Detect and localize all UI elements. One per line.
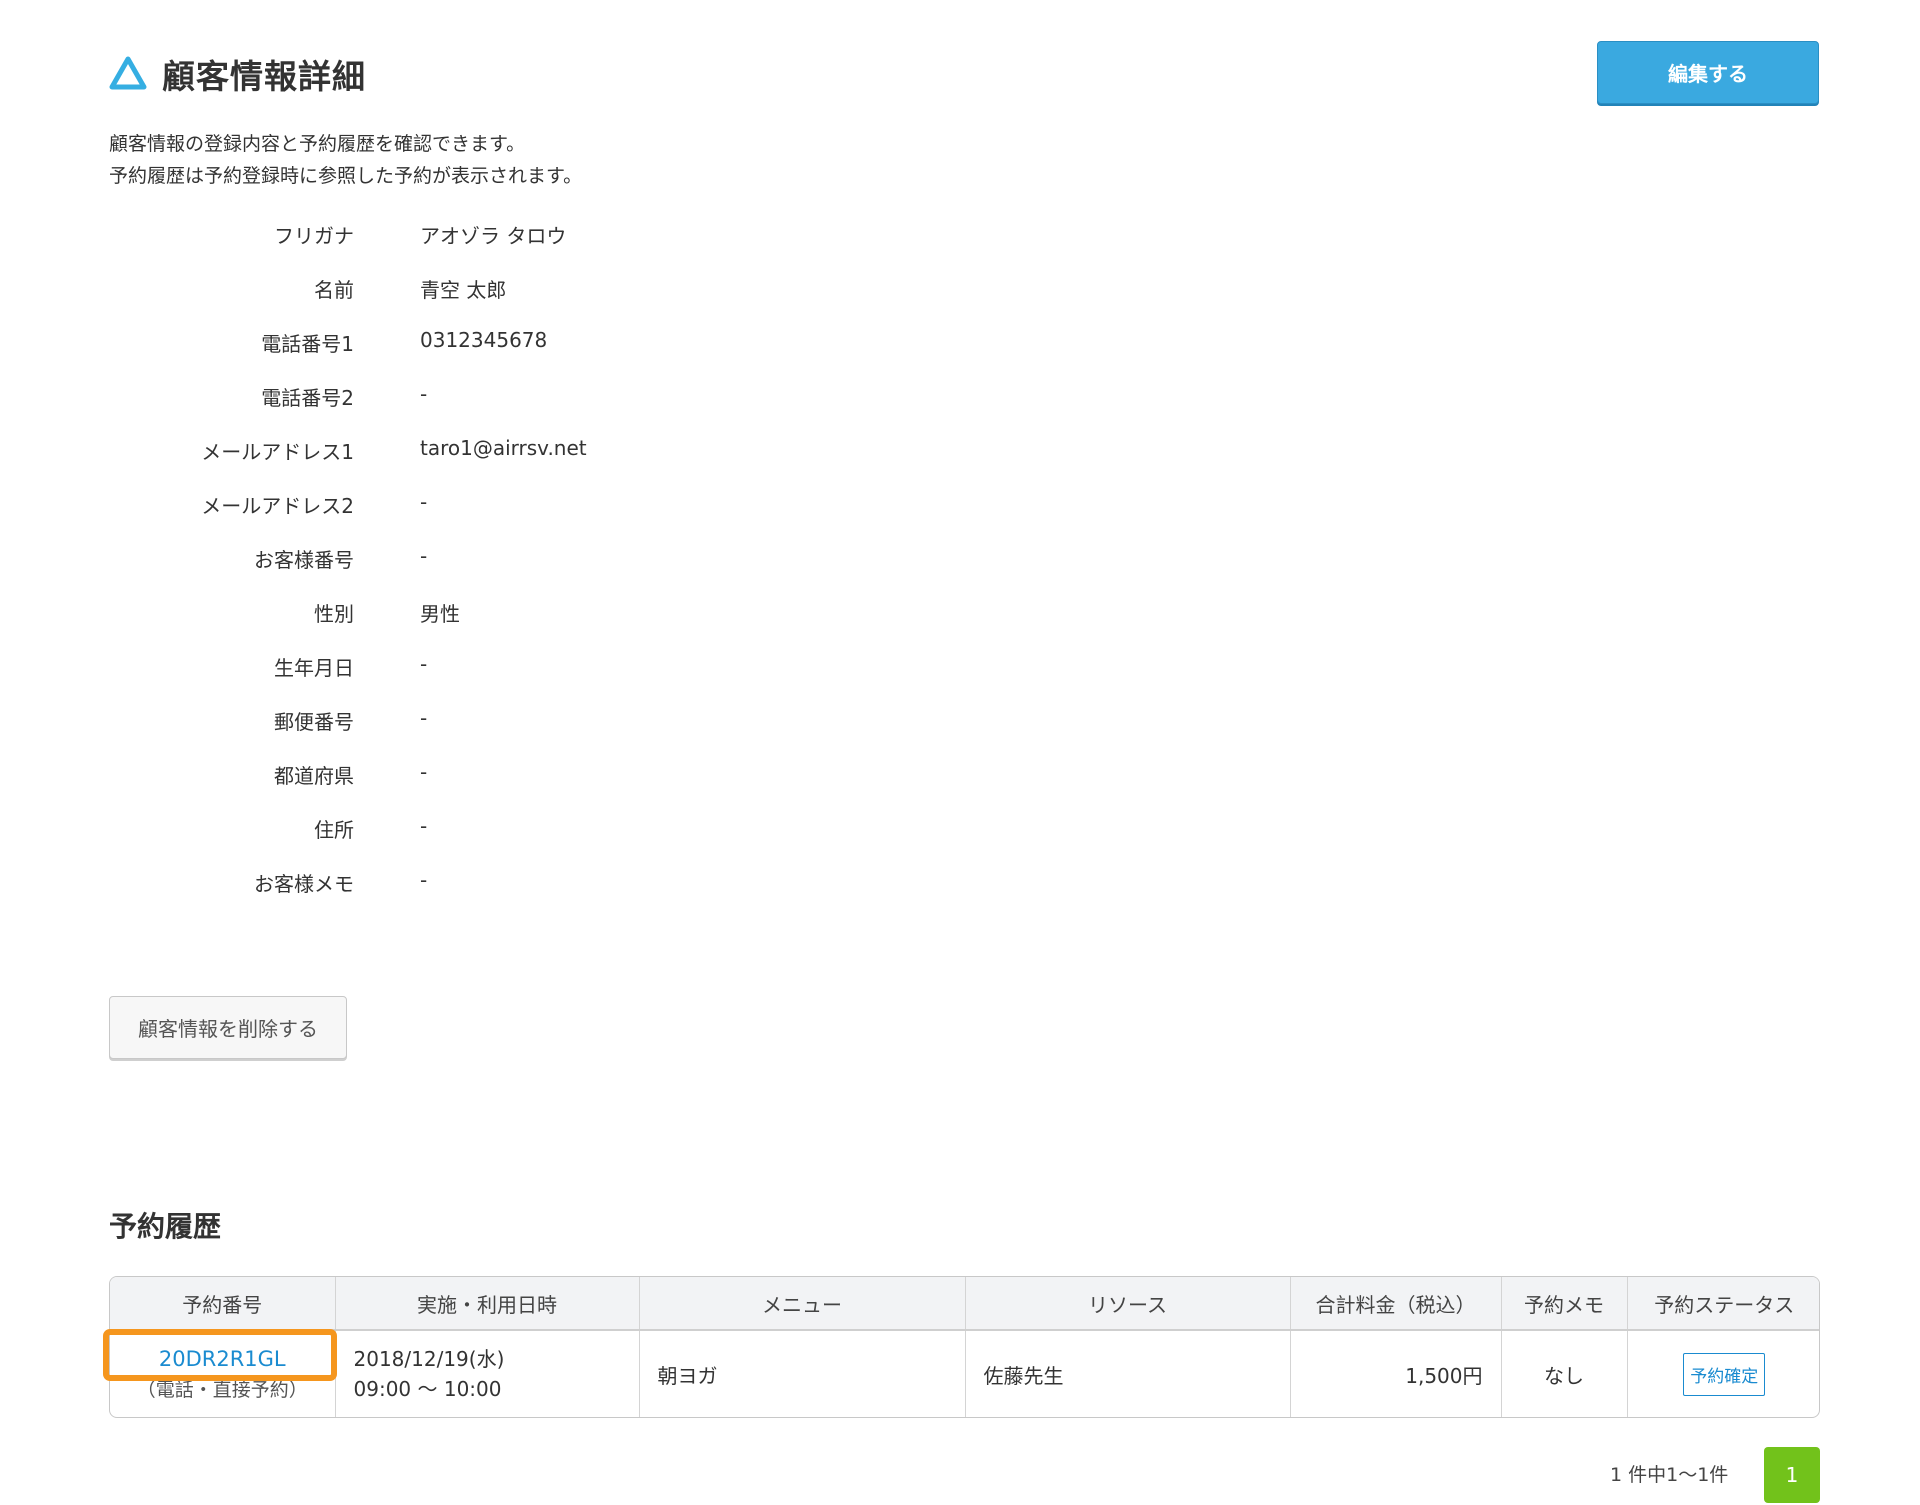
detail-label: メールアドレス2 [201, 494, 354, 518]
detail-label: 都道府県 [274, 764, 354, 788]
cell-resource: 佐藤先生 [965, 1330, 1291, 1417]
edit-button[interactable]: 編集する [1597, 41, 1819, 104]
detail-row-name: 名前 青空 太郎 [0, 266, 900, 306]
page-description: 顧客情報の登録内容と予約履歴を確認できます。 予約履歴は予約登録時に参照した予約… [109, 128, 582, 192]
delete-customer-button[interactable]: 顧客情報を削除する [109, 996, 347, 1059]
cell-menu: 朝ヨガ [639, 1330, 966, 1417]
page-1-button[interactable]: 1 [1764, 1447, 1820, 1503]
reservation-route: （電話・直接予約） [136, 1378, 308, 1401]
detail-value: 0312345678 [420, 328, 548, 352]
detail-label: 住所 [314, 818, 354, 842]
page-title: 顧客情報詳細 [162, 57, 366, 96]
description-line-2: 予約履歴は予約登録時に参照した予約が表示されます。 [109, 165, 583, 187]
detail-value: - [420, 490, 428, 514]
detail-row-customer-number: お客様番号 - [0, 536, 900, 576]
detail-value: - [420, 652, 428, 676]
detail-row-birthday: 生年月日 - [0, 644, 900, 684]
detail-label: メールアドレス1 [201, 440, 354, 464]
cell-total: 1,500円 [1290, 1330, 1502, 1417]
detail-value: 男性 [420, 602, 460, 626]
pagination-info: 1 件中1〜1件 [1610, 1464, 1729, 1486]
detail-label: お客様メモ [254, 872, 354, 896]
table-header-row: 予約番号 実施・利用日時 メニュー リソース 合計料金（税込） 予約メモ 予約ス… [110, 1277, 1819, 1331]
detail-value: - [420, 868, 428, 892]
reservation-history-table: 予約番号 実施・利用日時 メニュー リソース 合計料金（税込） 予約メモ 予約ス… [109, 1276, 1820, 1418]
detail-label: お客様番号 [254, 548, 354, 572]
detail-row-customer-memo: お客様メモ - [0, 860, 900, 900]
detail-label: 性別 [314, 602, 354, 626]
reservation-history-title: 予約履歴 [109, 1210, 222, 1243]
column-header-total: 合計料金（税込） [1290, 1277, 1502, 1331]
detail-value: - [420, 814, 428, 838]
detail-label: 郵便番号 [274, 710, 354, 734]
detail-value: - [420, 382, 428, 406]
detail-value: アオゾラ タロウ [420, 224, 567, 248]
detail-label: 生年月日 [274, 656, 354, 680]
reservation-date: 2018/12/19(水) [353, 1347, 505, 1371]
detail-row-postal-code: 郵便番号 - [0, 698, 900, 738]
detail-row-email2: メールアドレス2 - [0, 482, 900, 522]
column-header-status: 予約ステータス [1627, 1277, 1819, 1331]
detail-label: フリガナ [274, 224, 354, 248]
detail-label: 電話番号2 [261, 386, 354, 410]
detail-value: - [420, 760, 428, 784]
detail-row-gender: 性別 男性 [0, 590, 900, 630]
detail-row-phone1: 電話番号1 0312345678 [0, 320, 900, 360]
description-line-1: 顧客情報の登録内容と予約履歴を確認できます。 [109, 133, 526, 155]
column-header-resource: リソース [965, 1277, 1291, 1331]
reservation-number-link[interactable]: 20DR2R1GL [120, 1347, 325, 1371]
detail-value: - [420, 544, 428, 568]
detail-row-address: 住所 - [0, 806, 900, 846]
reservation-time: 09:00 〜 10:00 [353, 1377, 502, 1401]
cell-reservation-number: 20DR2R1GL （電話・直接予約） [110, 1330, 336, 1417]
detail-label: 名前 [314, 278, 354, 302]
detail-row-phone2: 電話番号2 - [0, 374, 900, 414]
airreserve-logo-icon [109, 56, 147, 90]
cell-datetime: 2018/12/19(水) 09:00 〜 10:00 [335, 1330, 640, 1417]
detail-value: - [420, 706, 428, 730]
cell-status: 予約確定 [1627, 1330, 1819, 1417]
column-header-reservation-number: 予約番号 [110, 1277, 336, 1331]
page-header: 顧客情報詳細 [108, 48, 366, 100]
detail-label: 電話番号1 [261, 332, 354, 356]
table-row: 20DR2R1GL （電話・直接予約） 2018/12/19(水) 09:00 … [110, 1330, 1819, 1417]
status-badge: 予約確定 [1683, 1352, 1766, 1396]
detail-row-furigana: フリガナ アオゾラ タロウ [0, 212, 900, 252]
column-header-memo: 予約メモ [1501, 1277, 1628, 1331]
detail-value: taro1@airrsv.net [420, 436, 587, 460]
detail-row-prefecture: 都道府県 - [0, 752, 900, 792]
column-header-datetime: 実施・利用日時 [335, 1277, 640, 1331]
detail-value: 青空 太郎 [420, 278, 507, 302]
column-header-menu: メニュー [639, 1277, 966, 1331]
detail-row-email1: メールアドレス1 taro1@airrsv.net [0, 428, 900, 468]
cell-memo: なし [1501, 1330, 1628, 1417]
